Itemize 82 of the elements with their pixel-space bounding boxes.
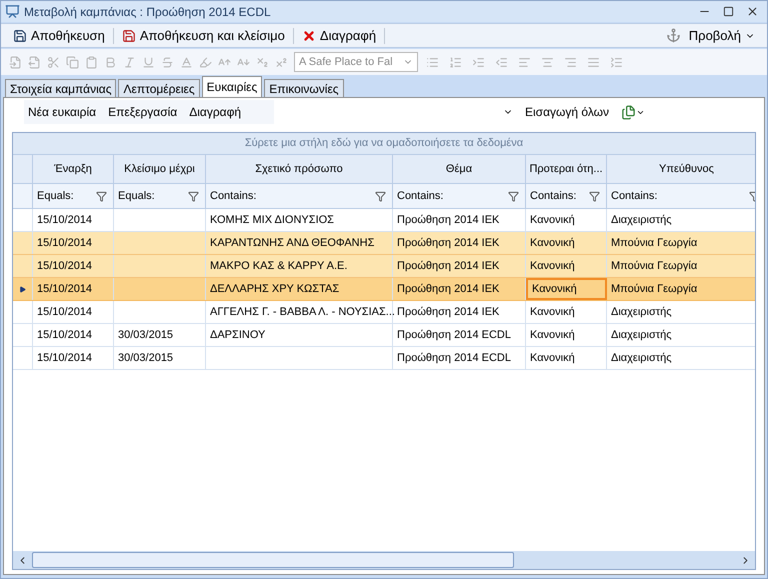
table-row[interactable]: 15/10/2014 30/03/2015 Προώθηση 2014 ECDL Κανονική Διαχειριστής: [13, 347, 755, 370]
table-cell: ΔΑΡΣΙΝΟΥ: [206, 324, 393, 346]
column-header[interactable]: Υπεύθυνος: [607, 155, 755, 183]
filter-icon[interactable]: [188, 190, 199, 202]
table-row[interactable]: 15/10/2014 ΚΟΜΗΣ ΜΙΧ ΔΙΟΝΥΣΙΟΣ Προώθηση 2014 ΙΕΚ Κανονική Διαχειριστής: [13, 209, 755, 232]
table-cell: 30/03/2015: [114, 324, 206, 346]
table-cell: 15/10/2014: [33, 301, 114, 323]
toolbar-button[interactable]: Επεξεργασία: [108, 103, 178, 121]
column-header[interactable]: Θέμα: [393, 155, 526, 183]
table-cell: Μπούνια Γεωργία: [607, 232, 755, 254]
toolbar-button[interactable]: Διαγραφή: [189, 103, 242, 121]
column-header[interactable]: Έναρξη: [33, 155, 114, 183]
filter-cell[interactable]: Contains:: [607, 184, 755, 208]
filter-icon[interactable]: [96, 190, 107, 202]
table-cell: Προώθηση 2014 ΙΕΚ: [393, 209, 526, 231]
documents-icon[interactable]: [621, 104, 636, 120]
table-cell: Κανονική: [526, 278, 607, 300]
table-cell: 15/10/2014: [33, 278, 114, 300]
save-icon: [122, 28, 136, 42]
table-cell: Προώθηση 2014 ΙΕΚ: [393, 301, 526, 323]
table-cell: 30/03/2015: [114, 347, 206, 369]
table-cell: ΚΑΡΑΝΤΩΝΗΣ ΑΝΔ ΘΕΟΦΑΝΗΣ: [206, 232, 393, 254]
table-cell: Διαχειριστής: [607, 209, 755, 231]
table-cell: 15/10/2014: [33, 255, 114, 277]
save-icon: [13, 28, 27, 42]
view-menu-button[interactable]: Προβολή: [684, 26, 759, 46]
table-cell: Κανονική: [526, 209, 607, 231]
table-cell: Κανονική: [526, 255, 607, 277]
table-cell: Κανονική: [526, 232, 607, 254]
filter-cell[interactable]: Equals:: [33, 184, 114, 208]
table-cell: Διαχειριστής: [607, 324, 755, 346]
group-panel: Σύρετε μια στήλη εδώ για να ομαδοποιήσετε τα δεδομένα: [13, 133, 755, 155]
tab[interactable]: Επικοινωνίες: [264, 79, 344, 97]
column-header[interactable]: Κλείσιμο μέχρι: [114, 155, 206, 183]
table-cell: Προώθηση 2014 ECDL: [393, 347, 526, 369]
table-row[interactable]: 15/10/2014 ΚΑΡΑΝΤΩΝΗΣ ΑΝΔ ΘΕΟΦΑΝΗΣ Προώθηση 2014 ΙΕΚ Κανονική Μπούνια Γεωργία: [13, 232, 755, 255]
window-title: Μεταβολή καμπάνιας : Προώθηση 2014 ECDL: [24, 4, 271, 20]
table-cell: 15/10/2014: [33, 209, 114, 231]
table-cell: Προώθηση 2014 ΙΕΚ: [393, 255, 526, 277]
scroll-thumb[interactable]: [32, 552, 514, 568]
column-header[interactable]: Προτεραι ότη...: [526, 155, 607, 183]
table-cell: ΜΑΚΡΟ ΚΑΣ & ΚΑΡΡΥ Α.Ε.: [206, 255, 393, 277]
filter-cell[interactable]: Equals:: [114, 184, 206, 208]
tab[interactable]: Ευκαιρίες: [202, 76, 262, 97]
tab[interactable]: Λεπτομέρειες: [118, 79, 200, 97]
toolbar-button[interactable]: Νέα ευκαιρία: [28, 103, 96, 121]
table-cell: Μπούνια Γεωργία: [607, 255, 755, 277]
table-cell: Κανονική: [526, 347, 607, 369]
anchor-icon: [666, 28, 681, 43]
import-all-button[interactable]: Εισαγωγή όλων: [525, 103, 610, 121]
table-cell: 15/10/2014: [33, 347, 114, 369]
table-cell: Προώθηση 2014 ΙΕΚ: [393, 278, 526, 300]
column-header[interactable]: Σχετικό πρόσωπο: [206, 155, 393, 183]
table-cell: Προώθηση 2014 ECDL: [393, 324, 526, 346]
table-cell: ΔΕΛΛΑΡΗΣ ΧΡΥ ΚΩΣΤΑΣ: [206, 278, 393, 300]
filter-icon[interactable]: [589, 190, 600, 202]
table-cell: Διαχειριστής: [607, 347, 755, 369]
table-row[interactable]: 15/10/2014 ΑΓΓΕΛΗΣ Γ. - ΒΑΒΒΑ Λ. - ΝΟΥΣΙΑΣ... Προώθηση 2014 ΙΕΚ Κανονική Διαχειριστής: [13, 301, 755, 324]
table-cell: Κανονική: [526, 324, 607, 346]
filter-cell[interactable]: Contains:: [206, 184, 393, 208]
table-row[interactable]: 15/10/2014 ΔΕΛΛΑΡΗΣ ΧΡΥ ΚΩΣΤΑΣ Προώθηση 2014 ΙΕΚ Κανονική Μπούνια Γεωργία: [13, 278, 755, 301]
filter-cell[interactable]: Contains:: [526, 184, 607, 208]
maximize-icon[interactable]: [723, 6, 734, 17]
table-cell: Διαχειριστής: [607, 301, 755, 323]
toolbar-button[interactable]: Αποθήκευση: [9, 26, 109, 46]
tab[interactable]: Στοιχεία καμπάνιας: [5, 79, 116, 97]
toolbar-button[interactable]: Αποθήκευση και κλείσιμο: [118, 26, 289, 46]
presentation-icon: [5, 4, 20, 19]
table-cell: Κανονική: [526, 301, 607, 323]
table-row[interactable]: 15/10/2014 30/03/2015 ΔΑΡΣΙΝΟΥ Προώθηση 2014 ECDL Κανονική Διαχειριστής: [13, 324, 755, 347]
table-cell: 15/10/2014: [33, 324, 114, 346]
filter-cell[interactable]: Contains:: [393, 184, 526, 208]
toolbar-button[interactable]: Διαγραφή: [298, 26, 380, 46]
table-row[interactable]: 15/10/2014 ΜΑΚΡΟ ΚΑΣ & ΚΑΡΡΥ Α.Ε. Προώθηση 2014 ΙΕΚ Κανονική Μπούνια Γεωργία: [13, 255, 755, 278]
table-cell: Μπούνια Γεωργία: [607, 278, 755, 300]
table-cell: Προώθηση 2014 ΙΕΚ: [393, 232, 526, 254]
filter-icon[interactable]: [375, 190, 386, 202]
table-cell: ΚΟΜΗΣ ΜΙΧ ΔΙΟΝΥΣΙΟΣ: [206, 209, 393, 231]
filter-icon[interactable]: [508, 190, 519, 202]
table-cell: ΑΓΓΕΛΗΣ Γ. - ΒΑΒΒΑ Λ. - ΝΟΥΣΙΑΣ...: [206, 301, 393, 323]
table-cell: 15/10/2014: [33, 232, 114, 254]
horizontal-scrollbar[interactable]: [13, 551, 755, 569]
